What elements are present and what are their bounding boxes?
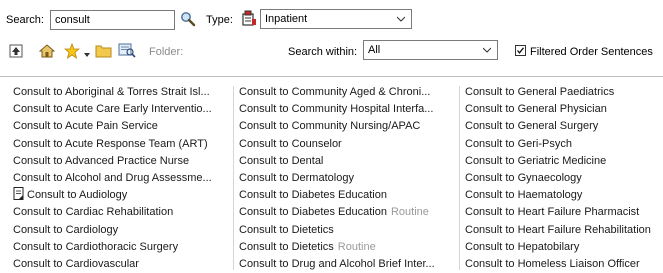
type-select[interactable]: Inpatient <box>260 9 412 29</box>
order-name: Consult to Acute Care Early Interventio.… <box>13 103 212 116</box>
order-list-item[interactable]: Consult to Dietetics Routine <box>239 239 435 256</box>
folder-label: Folder: <box>149 46 184 58</box>
order-priority-note: Routine <box>390 206 429 219</box>
order-list-item[interactable]: Consult to Homeless Liaison Officer <box>465 256 651 273</box>
order-name: Consult to Dietetics <box>239 223 334 236</box>
favorites-star-icon[interactable] <box>63 42 81 62</box>
order-list-item[interactable]: Consult to Geriatric Medicine <box>465 153 651 170</box>
order-name: Consult to Community Nursing/APAC <box>239 120 421 133</box>
order-list-item[interactable]: Consult to Heart Failure Pharmacist <box>465 204 651 221</box>
chevron-down-icon <box>397 16 405 22</box>
order-list-item[interactable]: Consult to General Physician <box>465 101 651 118</box>
column-divider <box>233 86 234 270</box>
results-column-1: Consult to Aboriginal & Torres Strait Is… <box>13 84 212 273</box>
order-name: Consult to Cardiology <box>13 223 119 236</box>
chevron-down-icon <box>483 47 491 53</box>
type-label: Type: <box>206 14 233 26</box>
order-list-item[interactable]: Consult to Diabetes Education Routine <box>239 204 435 221</box>
order-name: Consult to Diabetes Education <box>239 189 387 202</box>
order-name: Consult to Haematology <box>465 189 583 202</box>
order-list-item[interactable]: Consult to Alcohol and Drug Assessme... <box>13 170 212 187</box>
order-name: Consult to Dental <box>239 154 324 167</box>
order-name: Consult to Community Hospital Interfa... <box>239 103 434 116</box>
search-within-select[interactable]: All <box>363 40 498 60</box>
filtered-order-sentences-checkbox[interactable] <box>515 45 526 56</box>
order-list-item[interactable]: Consult to Geri-Psych <box>465 136 651 153</box>
order-name: Consult to General Paediatrics <box>465 86 615 98</box>
order-name: Consult to Acute Pain Service <box>13 120 158 133</box>
order-name: Consult to Dermatology <box>239 171 354 184</box>
order-name: Consult to Advanced Practice Nurse <box>13 154 190 167</box>
results-column-3: Consult to General Paediatrics Consult to… <box>465 84 651 273</box>
order-list-item[interactable]: Consult to Community Nursing/APAC <box>239 118 435 135</box>
order-name: Consult to Dietetics <box>239 240 334 253</box>
search-label: Search: <box>6 14 44 26</box>
order-list-item[interactable]: Consult to Counselor <box>239 136 435 153</box>
order-name: Consult to Acute Response Team (ART) <box>13 137 208 150</box>
order-list-item[interactable]: Consult to Community Aged & Chroni... <box>239 84 435 101</box>
order-list-item[interactable]: Consult to Dental <box>239 153 435 170</box>
search-within-label: Search within: <box>288 46 358 58</box>
order-list-item[interactable]: Consult to Cardiovascular <box>13 256 212 273</box>
order-name: Consult to Audiology <box>27 189 128 202</box>
home-icon[interactable] <box>38 43 56 62</box>
order-name: Consult to Hepatobilary <box>465 240 580 253</box>
order-list-item[interactable]: Consult to Dermatology <box>239 170 435 187</box>
order-name: Consult to Heart Failure Rehabilitation <box>465 223 651 236</box>
column-divider <box>459 86 460 270</box>
document-icon <box>13 187 25 206</box>
order-list-item[interactable]: Consult to Community Hospital Interfa... <box>239 101 435 118</box>
favorites-dropdown-icon[interactable] <box>84 48 90 60</box>
search-input[interactable]: consult <box>50 10 175 30</box>
type-select-value: Inpatient <box>265 13 308 25</box>
order-list-item[interactable]: Consult to Diabetes Education <box>239 187 435 204</box>
order-name: Consult to General Physician <box>465 103 607 116</box>
order-name: Consult to Cardiovascular <box>13 257 139 270</box>
order-name: Consult to Cardiothoracic Surgery <box>13 240 179 253</box>
order-name: Consult to Cardiac Rehabilitation <box>13 206 174 219</box>
order-name: Consult to Heart Failure Pharmacist <box>465 206 640 219</box>
order-name: Consult to Aboriginal & Torres Strait Is… <box>13 86 210 98</box>
order-list-item[interactable]: Consult to Dietetics <box>239 222 435 239</box>
order-list-item[interactable]: Consult to Advanced Practice Nurse <box>13 153 212 170</box>
filtered-order-sentences-label[interactable]: Filtered Order Sentences <box>530 46 653 58</box>
order-name: Consult to Geri-Psych <box>465 137 572 150</box>
order-list-item[interactable]: Consult to Gynaecology <box>465 170 651 187</box>
up-level-icon[interactable] <box>9 44 23 61</box>
encounter-type-icon <box>240 9 258 30</box>
order-list-item[interactable]: Consult to Cardiac Rehabilitation <box>13 204 212 221</box>
order-list-item[interactable]: Consult to Acute Pain Service <box>13 118 212 135</box>
order-priority-note: Routine <box>337 240 376 253</box>
order-list-item[interactable]: Consult to Haematology <box>465 187 651 204</box>
order-name: Consult to Drug and Alcohol Brief Inter.… <box>239 257 435 270</box>
folder-search-icon[interactable] <box>118 42 136 61</box>
order-list-item[interactable]: Consult to Hepatobilary <box>465 239 651 256</box>
order-name: Consult to Gynaecology <box>465 171 582 184</box>
order-name: Consult to Homeless Liaison Officer <box>465 257 640 270</box>
results-column-2: Consult to Community Aged & Chroni... Con… <box>239 84 435 273</box>
order-name: Consult to Counselor <box>239 137 342 150</box>
search-icon[interactable] <box>180 11 196 30</box>
order-list-item[interactable]: Consult to General Surgery <box>465 118 651 135</box>
search-within-value: All <box>368 44 381 56</box>
order-list-item[interactable]: Consult to General Paediatrics <box>465 84 651 101</box>
order-list-item[interactable]: Consult to Cardiology <box>13 222 212 239</box>
toolbar-separator <box>0 76 663 77</box>
order-name: Consult to Alcohol and Drug Assessme... <box>13 171 212 184</box>
order-name: Consult to Geriatric Medicine <box>465 154 607 167</box>
order-list-item[interactable]: Consult to Audiology <box>13 187 212 204</box>
order-list-item[interactable]: Consult to Acute Care Early Interventio.… <box>13 101 212 118</box>
order-name: Consult to Diabetes Education <box>239 206 387 219</box>
order-list-item[interactable]: Consult to Cardiothoracic Surgery <box>13 239 212 256</box>
order-list-item[interactable]: Consult to Aboriginal & Torres Strait Is… <box>13 84 212 101</box>
folder-icon[interactable] <box>95 43 112 61</box>
order-name: Consult to Community Aged & Chroni... <box>239 86 431 98</box>
order-name: Consult to General Surgery <box>465 120 599 133</box>
order-list-item[interactable]: Consult to Acute Response Team (ART) <box>13 136 212 153</box>
order-list-item[interactable]: Consult to Heart Failure Rehabilitation <box>465 222 651 239</box>
order-list-item[interactable]: Consult to Drug and Alcohol Brief Inter.… <box>239 256 435 273</box>
